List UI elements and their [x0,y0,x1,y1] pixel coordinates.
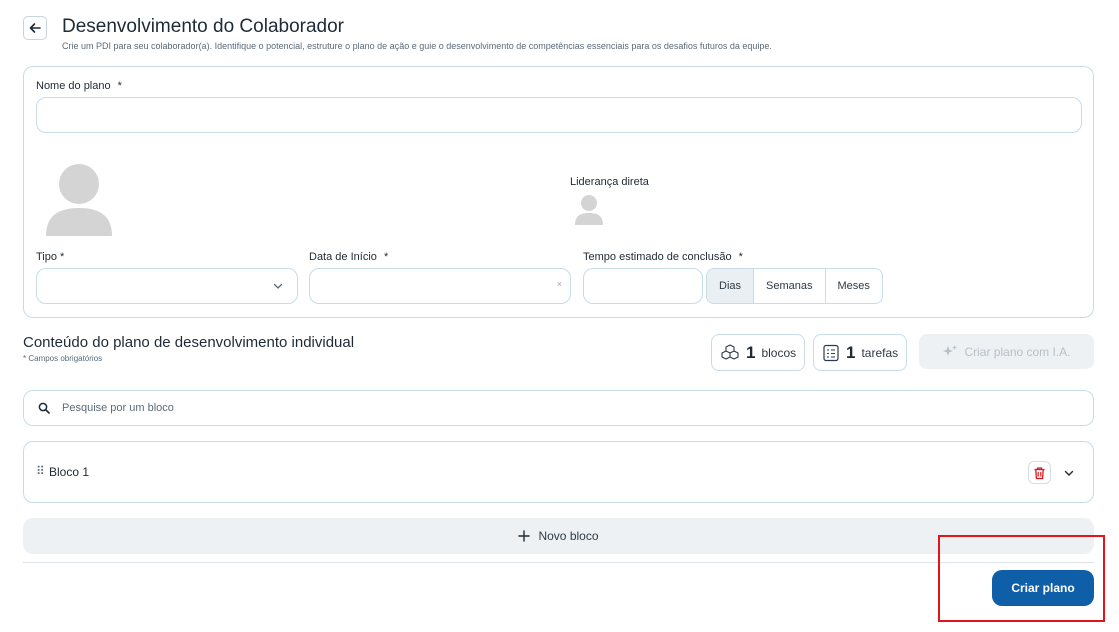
required-mark: * [383,251,389,263]
plan-name-input[interactable] [36,97,1082,133]
required-mark: * [738,251,743,263]
plan-name-label: Nome do plano [36,80,111,92]
content-section-title: Conteúdo do plano de desenvolvimento ind… [23,334,355,351]
block-title: Bloco 1 [49,465,90,479]
chevron-down-icon[interactable] [1063,467,1075,479]
type-select[interactable] [36,268,298,304]
blocks-count: 1 [746,342,756,362]
drag-handle-icon[interactable]: ⠿ [36,464,45,478]
leader-avatar-icon [575,195,603,225]
start-date-label: Data de Início [309,251,377,263]
new-block-button[interactable]: Novo bloco [23,518,1094,554]
tasks-count-label: tarefas [861,345,899,360]
block-search [23,390,1094,426]
page-subtitle: Crie um PDI para seu colaborador(a). Ide… [62,41,772,51]
page-title: Desenvolvimento do Colaborador [62,16,344,37]
blocks-counter: 1 blocos [711,334,806,371]
leadership-label: Liderança direta [570,176,649,188]
new-block-label: Novo bloco [538,529,599,543]
unit-days-button[interactable]: Dias [707,269,755,303]
create-plan-ai-button[interactable]: Criar plano com I.A. [919,334,1094,369]
create-plan-button[interactable]: Criar plano [992,570,1094,606]
clear-icon[interactable]: × [557,279,562,289]
back-arrow-icon [29,23,41,33]
type-label: Tipo * [36,251,65,263]
duration-label: Tempo estimado de conclusão [583,251,732,263]
sparkles-icon [943,344,958,356]
duration-input[interactable] [583,268,703,304]
tasks-count: 1 [846,342,856,362]
user-avatar-icon [46,164,112,236]
required-mark: * [117,80,122,92]
required-fields-note: * Campos obrigatórios [23,354,103,363]
delete-block-button[interactable] [1028,461,1051,484]
start-date-label-group: Data de Início * [309,251,388,263]
block-search-input[interactable] [62,402,962,414]
footer-divider [23,562,1094,563]
unit-months-button[interactable]: Meses [826,269,882,303]
trash-icon [1034,466,1045,479]
block-item[interactable]: ⠿ Bloco 1 [23,441,1094,503]
unit-weeks-button[interactable]: Semanas [754,269,826,303]
blocks-count-label: blocos [761,345,797,360]
search-icon [38,402,50,414]
start-date-input[interactable]: × [309,268,571,304]
checklist-icon [823,344,839,361]
plan-name-label-group: Nome do plano * [36,80,122,92]
back-button[interactable] [23,16,47,40]
create-plan-ai-label: Criar plano com I.A. [964,344,1071,359]
plus-icon [518,530,531,542]
chevron-down-icon [273,283,283,289]
duration-label-group: Tempo estimado de conclusão * [583,251,743,263]
cubes-icon [721,343,739,360]
tasks-counter: 1 tarefas [813,334,908,371]
plan-form-card: Nome do plano * Liderança direta Tipo * … [23,66,1094,318]
duration-unit-toggle: Dias Semanas Meses [706,268,883,304]
